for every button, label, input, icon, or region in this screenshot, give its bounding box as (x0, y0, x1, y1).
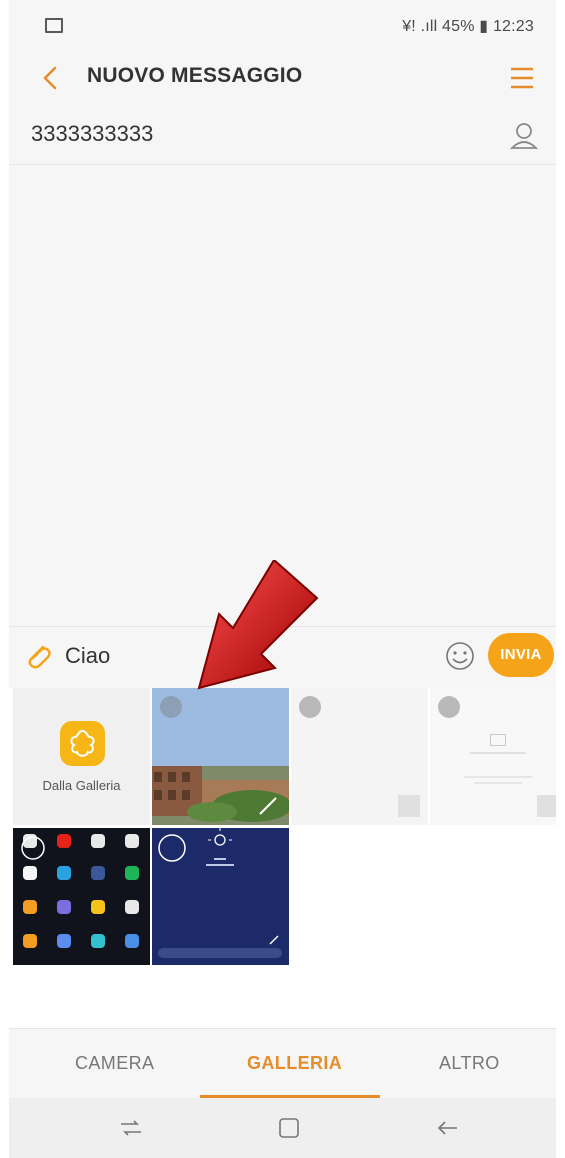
back-icon[interactable] (433, 1114, 461, 1142)
page-title: NUOVO MESSAGGIO (87, 64, 303, 87)
from-gallery-tile[interactable]: Dalla Galleria (13, 688, 150, 825)
gallery-thumbnail-screenshot[interactable] (430, 688, 556, 825)
home-icon[interactable] (275, 1114, 303, 1142)
recipient-number[interactable]: 3333333333 (31, 121, 153, 147)
phone-screen: ¥! .ıll 45% ▮ 12:23 NUOVO MESSAGGIO 3333… (9, 0, 556, 1158)
gallery-grid: Dalla Galleria (9, 688, 556, 1028)
qr-thumbnail-mark (537, 795, 556, 817)
screenshot-line (464, 776, 532, 778)
homescreen-image (21, 834, 139, 948)
recent-apps-icon[interactable] (117, 1114, 145, 1142)
status-bar: ¥! .ıll 45% ▮ 12:23 (9, 0, 556, 50)
gallery-thumbnail-photo[interactable] (152, 688, 289, 825)
tab-camera[interactable]: CAMERA (75, 1053, 154, 1074)
tab-altro[interactable]: ALTRO (439, 1053, 500, 1074)
screenshot-chat-icon (490, 734, 506, 746)
red-arrow-annotation (197, 560, 319, 690)
screenshot-line (474, 782, 522, 784)
from-gallery-label: Dalla Galleria (42, 778, 121, 793)
paperclip-icon[interactable] (21, 639, 55, 673)
send-button[interactable]: INVIA (488, 633, 554, 677)
gallery-thumbnail-blank[interactable] (291, 688, 428, 825)
message-input[interactable]: Ciao (65, 643, 110, 669)
app-bar: NUOVO MESSAGGIO (9, 50, 556, 109)
menu-icon[interactable] (506, 60, 538, 96)
gallery-thumbnail-lockscreen[interactable] (152, 828, 289, 965)
qr-thumbnail-mark (398, 795, 420, 817)
tab-galleria[interactable]: GALLERIA (247, 1053, 342, 1074)
emoji-icon[interactable] (443, 639, 477, 673)
image-notification-icon (45, 18, 63, 33)
select-circle[interactable] (438, 696, 460, 718)
lockscreen-image (158, 828, 282, 958)
contact-icon[interactable] (506, 118, 542, 154)
gallery-thumbnail-homescreen[interactable] (13, 828, 150, 965)
status-indicators: ¥! .ıll 45% ▮ 12:23 (402, 18, 534, 35)
chevron-left-icon[interactable] (31, 58, 71, 98)
attachment-tabs: CAMERA GALLERIA ALTRO (9, 1028, 556, 1099)
screenshot-line (470, 752, 526, 754)
recipient-field[interactable]: 3333333333 (9, 108, 556, 165)
navigation-bar (9, 1098, 556, 1158)
gallery-icon (60, 721, 105, 766)
